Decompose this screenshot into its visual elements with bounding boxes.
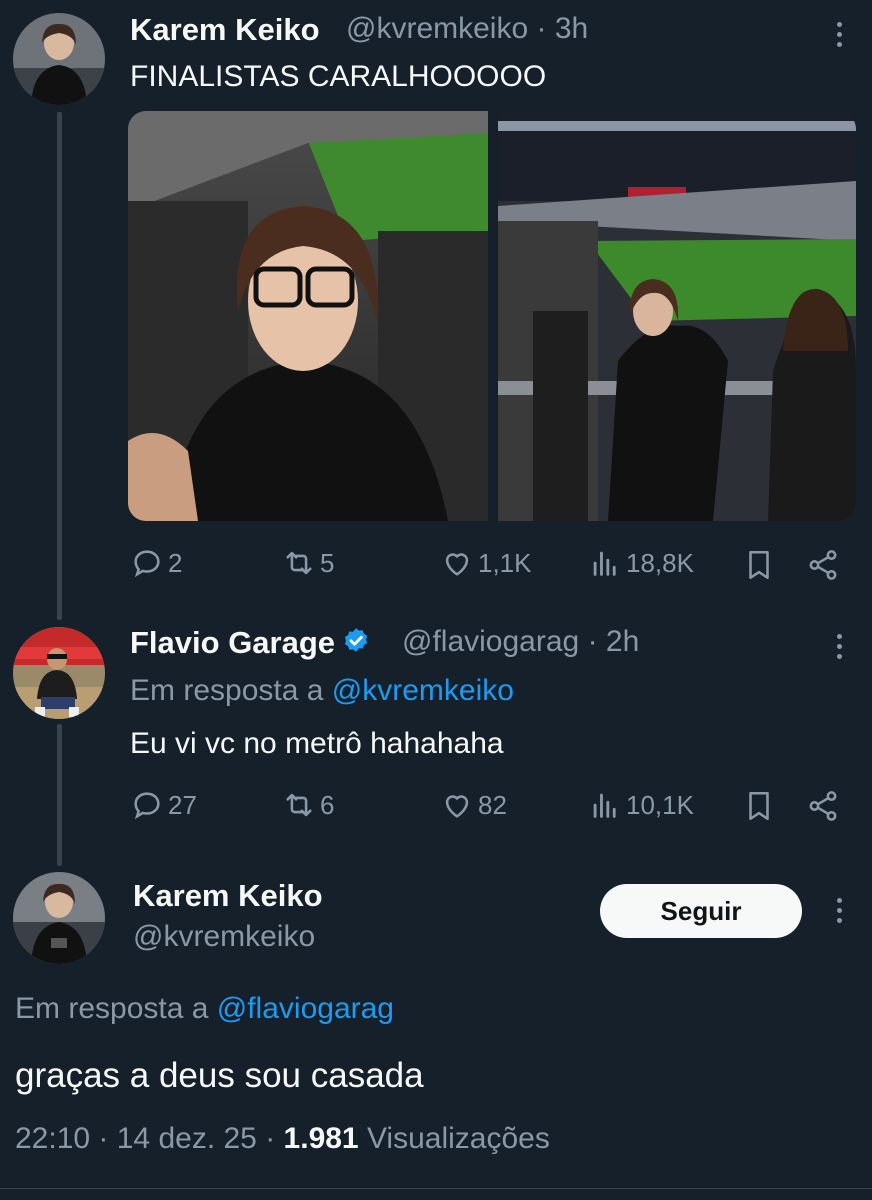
- reply-icon: [134, 792, 160, 820]
- reply-context: Em resposta a @flaviogarag: [15, 992, 394, 1026]
- reply-prefix: Em resposta a: [130, 674, 324, 707]
- views-icon: [593, 551, 616, 576]
- author-name[interactable]: Flavio Garage: [130, 625, 371, 661]
- author-name-text[interactable]: Flavio Garage: [130, 625, 335, 660]
- share-icon: [809, 550, 837, 580]
- like-icon: [445, 553, 469, 576]
- more-icon[interactable]: [829, 890, 849, 930]
- avatar[interactable]: [13, 627, 105, 719]
- verified-icon: [344, 628, 368, 652]
- bookmark-icon: [749, 791, 769, 821]
- reply-icon: [134, 550, 160, 578]
- follow-button[interactable]: Seguir: [600, 884, 802, 938]
- tweet-text: Eu vi vc no metrô hahahaha: [130, 727, 504, 760]
- avatar[interactable]: [13, 13, 105, 105]
- repost-button[interactable]: 5: [282, 546, 334, 580]
- bookmark-button[interactable]: [742, 789, 776, 823]
- author-handle-text[interactable]: @flaviogarag: [402, 625, 579, 658]
- post-time[interactable]: 22:10: [15, 1122, 90, 1155]
- tweet-photo-2[interactable]: [498, 111, 856, 521]
- share-button[interactable]: [806, 789, 840, 823]
- thread-line: [57, 112, 62, 620]
- like-icon: [445, 795, 469, 818]
- share-button[interactable]: [806, 548, 840, 582]
- author-name[interactable]: Karem Keiko: [133, 878, 323, 914]
- repost-count: 5: [320, 547, 335, 578]
- post-date[interactable]: 14 dez. 25: [117, 1122, 257, 1155]
- bookmark-icon: [749, 550, 769, 580]
- reply-prefix: Em resposta a: [15, 992, 209, 1025]
- repost-button[interactable]: 6: [282, 788, 334, 822]
- views-button[interactable]: 10,1K: [588, 788, 694, 822]
- repost-count: 6: [320, 789, 335, 820]
- thread-line: [57, 724, 62, 866]
- like-button[interactable]: 1,1K: [440, 546, 532, 580]
- views-count: 10,1K: [626, 789, 694, 820]
- more-icon[interactable]: [829, 14, 849, 54]
- repost-icon: [286, 551, 312, 575]
- reply-mention-link[interactable]: @flaviogarag: [217, 992, 394, 1025]
- reply-button[interactable]: 27: [130, 788, 197, 822]
- tweet-meta: 22:10 · 14 dez. 25 · 1.981 Visualizações: [15, 1122, 550, 1155]
- tweet-text: graças a deus sou casada: [15, 1056, 424, 1095]
- views-button[interactable]: 18,8K: [588, 546, 694, 580]
- more-icon[interactable]: [829, 626, 849, 666]
- author-handle-text[interactable]: @kvremkeiko: [346, 12, 528, 45]
- post-time[interactable]: · 2h: [588, 625, 640, 658]
- thread-page: Karem Keiko @kvremkeiko · 3h FINALISTAS …: [0, 0, 872, 1200]
- like-count: 1,1K: [478, 547, 532, 578]
- views-count: 18,8K: [626, 547, 694, 578]
- views-count: 1.981: [283, 1122, 359, 1155]
- reply-count: 27: [168, 789, 197, 820]
- reply-context: Em resposta a @kvremkeiko: [130, 674, 514, 708]
- reply-mention-link[interactable]: @kvremkeiko: [332, 674, 514, 707]
- author-handle[interactable]: @flaviogarag · 2h: [402, 625, 639, 659]
- author-handle[interactable]: @kvremkeiko: [133, 920, 315, 954]
- tweet-photo-1[interactable]: [128, 111, 488, 521]
- like-button[interactable]: 82: [440, 788, 507, 822]
- author-handle[interactable]: @kvremkeiko · 3h: [346, 12, 588, 46]
- repost-icon: [286, 793, 312, 817]
- views-icon: [593, 793, 616, 818]
- like-count: 82: [478, 789, 507, 820]
- share-icon: [809, 791, 837, 821]
- views-label: Visualizações: [366, 1122, 550, 1155]
- author-name[interactable]: Karem Keiko: [130, 12, 320, 48]
- divider: [0, 1188, 872, 1189]
- avatar[interactable]: [13, 872, 105, 964]
- bookmark-button[interactable]: [742, 548, 776, 582]
- reply-button[interactable]: 2: [130, 546, 182, 580]
- reply-count: 2: [168, 547, 183, 578]
- post-time[interactable]: · 3h: [537, 12, 589, 45]
- tweet-text: FINALISTAS CARALHOOOOO: [130, 60, 547, 93]
